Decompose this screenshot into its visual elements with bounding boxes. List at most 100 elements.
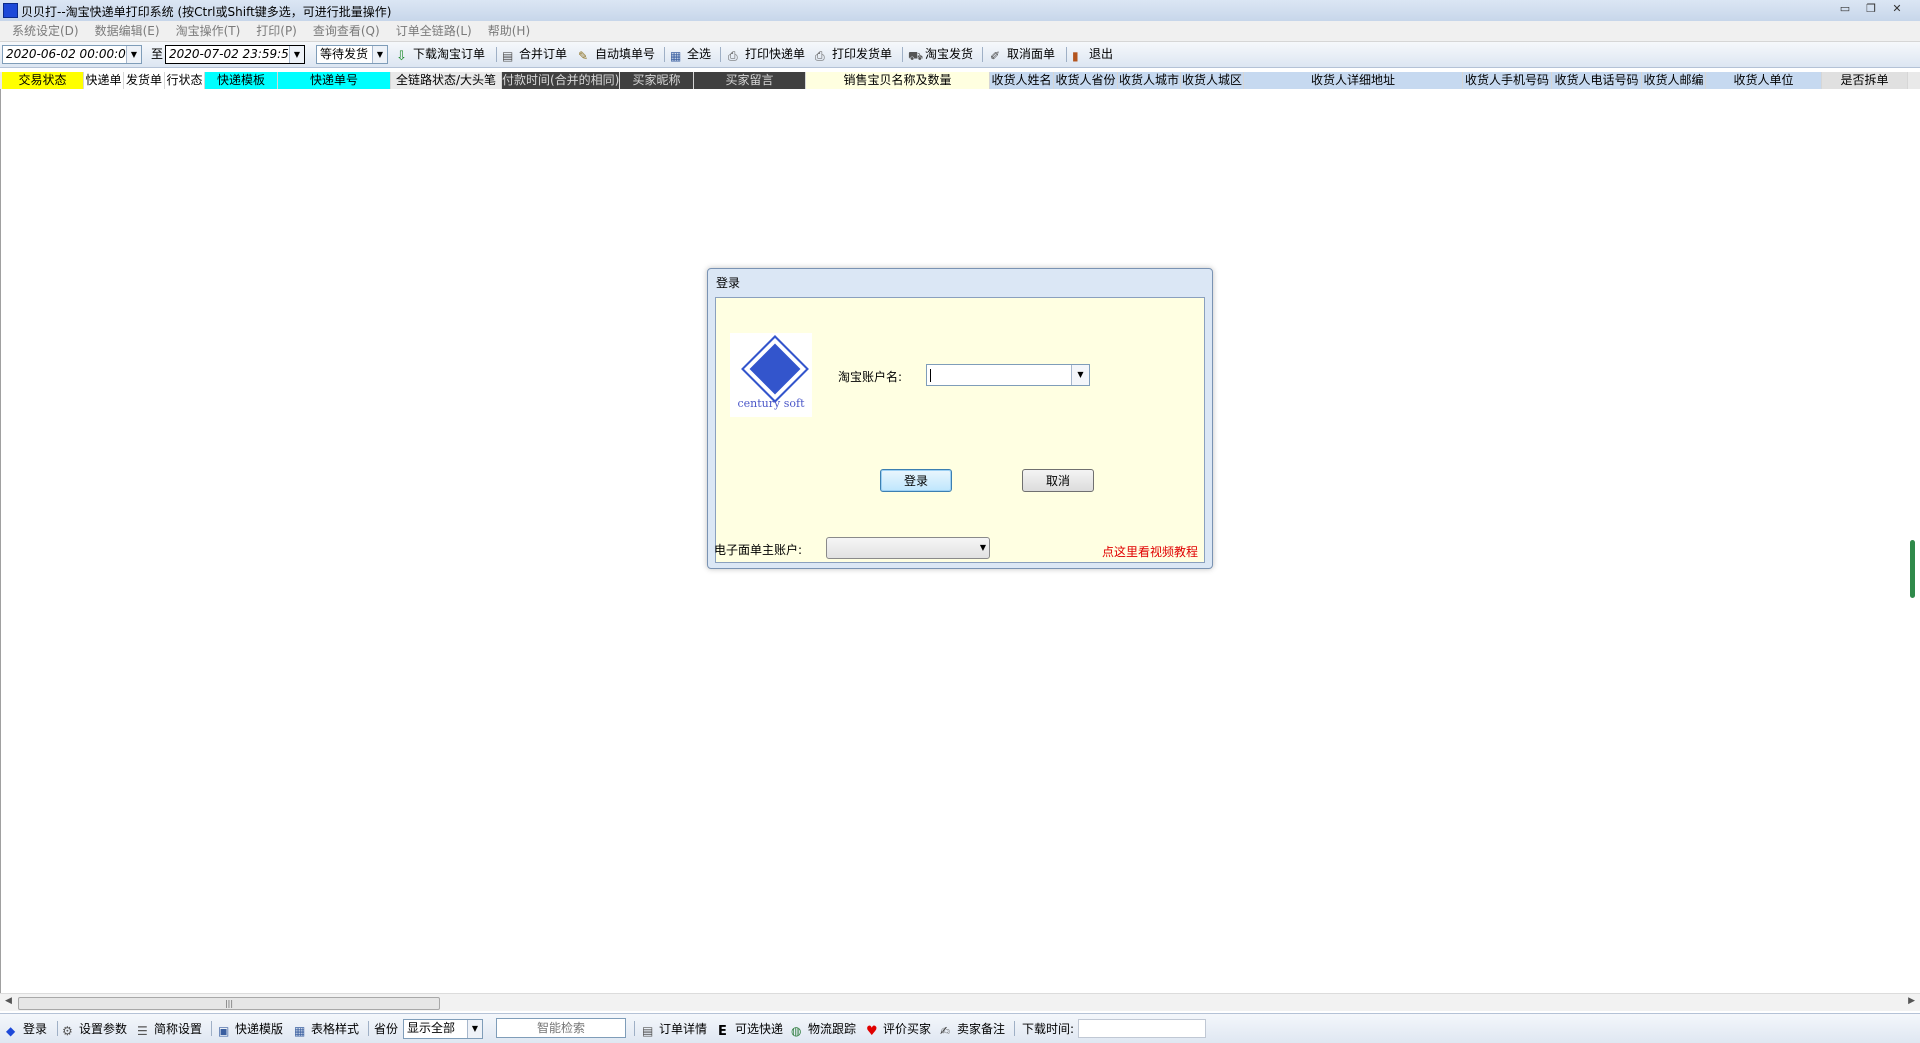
chevron-down-icon[interactable]: ▼	[372, 46, 387, 63]
column-header[interactable]: 收货人省份	[1054, 72, 1118, 89]
column-header[interactable]: 是否拆单	[1822, 72, 1908, 89]
logo-text: century soft	[737, 397, 805, 410]
status-filter-select[interactable]: 等待发货 ▼	[316, 45, 388, 64]
logistics-track-button[interactable]: ◍ 物流跟踪	[791, 1021, 856, 1038]
download-orders-button[interactable]: ⇩ 下载淘宝订单	[396, 45, 485, 64]
select-all-button[interactable]: ▦ 全选	[670, 45, 711, 64]
column-header[interactable]: 收货人单位	[1706, 72, 1822, 89]
login-button[interactable]: ◆ 登录	[6, 1021, 47, 1038]
horizontal-scrollbar[interactable]: ◀ ||| ▶	[0, 993, 1920, 1011]
toolbar-separator	[720, 47, 721, 62]
chevron-down-icon[interactable]: ▼	[126, 46, 141, 63]
date-to-picker[interactable]: 2020-07-02 23:59:59 ▼	[165, 45, 305, 64]
column-header[interactable]: 买家昵称	[620, 72, 694, 89]
express-template-label: 快递模版	[235, 1022, 284, 1036]
column-header[interactable]: 全链路状态/大头笔	[391, 72, 502, 89]
column-header[interactable]: 快递模板	[205, 72, 278, 89]
settings-icon: ⚙	[62, 1024, 73, 1038]
download-time-field[interactable]	[1078, 1019, 1206, 1038]
cancel-ebill-button[interactable]: ✐ 取消面单	[990, 45, 1055, 64]
minimize-icon[interactable]: ▭	[1834, 1, 1856, 17]
scroll-left-icon[interactable]: ◀	[5, 996, 12, 1006]
print-express-label: 打印快递单	[745, 47, 806, 61]
auto-fill-number-label: 自动填单号	[595, 47, 656, 61]
column-header[interactable]: 行状态	[165, 72, 205, 89]
wand-icon: ✎	[578, 49, 589, 63]
auto-fill-number-button[interactable]: ✎ 自动填单号	[578, 45, 655, 64]
table-style-button[interactable]: ▦ 表格样式	[294, 1021, 359, 1038]
status-filter-value: 等待发货	[320, 47, 369, 61]
login-button[interactable]: 登录	[880, 469, 952, 492]
menu-query[interactable]: 查询查看(Q)	[309, 21, 384, 41]
settings-button[interactable]: ⚙ 设置参数	[62, 1021, 128, 1038]
restore-icon[interactable]: ❐	[1860, 1, 1882, 17]
menu-help[interactable]: 帮助(H)	[484, 21, 534, 41]
print-delivery-button[interactable]: ⎙ 打印发货单	[815, 45, 892, 64]
column-header[interactable]: 买家留言	[694, 72, 806, 89]
logo-diamond-icon	[741, 335, 809, 403]
menu-print[interactable]: 打印(P)	[252, 21, 301, 41]
ebill-account-select[interactable]: ▼	[826, 537, 990, 559]
status-separator	[211, 1021, 212, 1036]
ebill-account-label: 电子面单主账户:	[714, 543, 803, 557]
close-icon[interactable]: ✕	[1886, 1, 1908, 17]
province-value: 显示全部	[407, 1021, 456, 1035]
document-icon: ▤	[642, 1024, 654, 1038]
cancel-button[interactable]: 取消	[1022, 469, 1094, 492]
column-header[interactable]: 收货人手机号码	[1463, 72, 1552, 89]
toolbar-separator	[982, 47, 983, 62]
menu-order-chain[interactable]: 订单全链路(L)	[392, 21, 476, 41]
column-header[interactable]: 收货人电话号码	[1552, 72, 1642, 89]
column-header[interactable]: 付款时间(合并的相同)	[502, 72, 620, 89]
menu-system[interactable]: 系统设定(D)	[8, 21, 83, 41]
exit-button[interactable]: ▮ 退出	[1072, 45, 1113, 64]
column-header[interactable]: 收货人姓名	[990, 72, 1054, 89]
column-header[interactable]: 发货单	[124, 72, 165, 89]
taobao-ship-button[interactable]: ⛟ 淘宝发货	[908, 45, 973, 64]
status-separator	[57, 1021, 58, 1036]
exit-door-icon: ▮	[1072, 49, 1079, 63]
scroll-thumb[interactable]: |||	[18, 997, 440, 1010]
column-header[interactable]: 收货人邮编	[1642, 72, 1706, 89]
available-express-label: 可选快递	[735, 1022, 784, 1036]
account-combobox[interactable]: ▼	[926, 364, 1090, 386]
merge-orders-button[interactable]: ▤ 合并订单	[502, 45, 567, 64]
status-separator	[1014, 1021, 1015, 1036]
grid-left-border	[0, 89, 1, 994]
side-scroll-indicator[interactable]	[1910, 540, 1915, 598]
express-template-button[interactable]: ▣ 快递模版	[218, 1021, 284, 1038]
video-tutorial-link[interactable]: 点这里看视频教程	[1102, 543, 1198, 560]
orders-table-header: 交易状态 快递单 发货单 行状态 快递模板 快递单号 全链路状态/大头笔 付款时间(合并的相同…	[0, 72, 1920, 89]
toolbar-separator	[902, 47, 903, 62]
rate-buyer-button[interactable]: ♥ 评价买家	[866, 1021, 931, 1039]
column-header[interactable]: 收货人城区	[1181, 72, 1244, 89]
column-header[interactable]: 交易状态	[2, 72, 84, 89]
chevron-down-icon[interactable]: ▼	[1071, 365, 1089, 385]
date-from-picker[interactable]: 2020-06-02 00:00:00 ▼	[2, 45, 142, 64]
column-header[interactable]: 销售宝贝名称及数量	[806, 72, 990, 89]
printer-icon: ▤	[502, 49, 514, 63]
seller-note-button[interactable]: ✍ 卖家备注	[940, 1021, 1005, 1038]
scroll-right-icon[interactable]: ▶	[1908, 996, 1915, 1006]
settings-label: 设置参数	[79, 1022, 128, 1036]
province-select[interactable]: 显示全部 ▼	[403, 1019, 483, 1039]
column-header[interactable]: 快递单	[84, 72, 124, 89]
menu-edit[interactable]: 数据编辑(E)	[91, 21, 164, 41]
to-label: 至	[151, 47, 164, 61]
column-header[interactable]: 快递单号	[278, 72, 391, 89]
login-dialog: 登录 century soft 淘宝账户名: ▼ 登录 取消 电子面单主账户: …	[707, 268, 1213, 569]
chevron-down-icon[interactable]: ▼	[467, 1020, 482, 1038]
download-time-label: 下载时间:	[1022, 1022, 1075, 1036]
abbreviation-settings-button[interactable]: ☰ 简称设置	[137, 1021, 202, 1038]
smart-search-input[interactable]	[496, 1018, 626, 1038]
chevron-down-icon[interactable]: ▼	[289, 46, 304, 63]
print-delivery-label: 打印发货单	[832, 47, 893, 61]
print-express-button[interactable]: ⎙ 打印快递单	[728, 45, 805, 64]
chevron-down-icon[interactable]: ▼	[980, 538, 986, 558]
dialog-client-area: century soft 淘宝账户名: ▼ 登录 取消 电子面单主账户: ▼ 点…	[714, 297, 1205, 563]
column-header[interactable]: 收货人详细地址	[1244, 72, 1463, 89]
column-header[interactable]: 收货人城市	[1118, 72, 1181, 89]
menu-taobao[interactable]: 淘宝操作(T)	[172, 21, 245, 41]
order-details-button[interactable]: ▤ 订单详情	[642, 1021, 707, 1038]
available-express-button[interactable]: E 可选快递	[718, 1021, 784, 1039]
